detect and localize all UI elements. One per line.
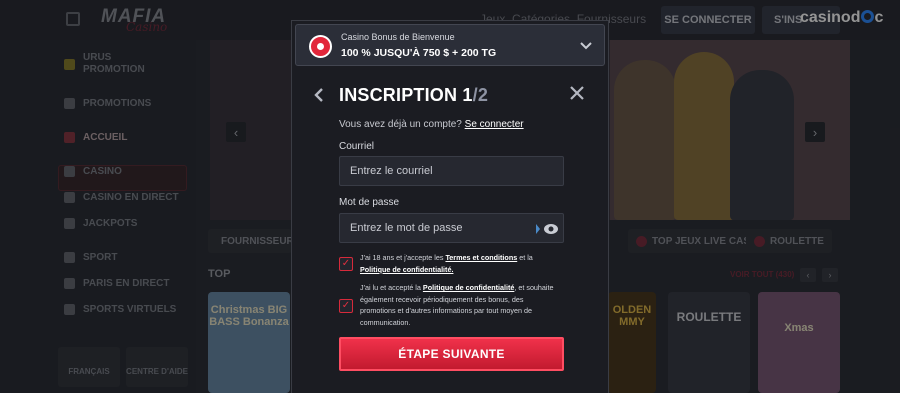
step-title-total: /2 [472,85,489,105]
consent1-prefix: J'ai 18 ans et j'accepte les [360,253,446,262]
marketing-consent-text: J'ai lu et accepté la Politique de confi… [360,282,560,328]
close-icon[interactable] [569,81,585,107]
step-title: INSCRIPTION 1/2 [339,85,488,106]
have-account-text: Vous avez déjà un compte? [339,119,462,130]
page: MAFIA Casino Jeux, Catégories, Fournisse… [0,0,900,393]
signup-modal: Casino Bonus de Bienvenue 100 % JUSQU'À … [291,20,609,393]
chevron-down-icon[interactable] [580,37,592,53]
terms-link[interactable]: Termes et conditions [445,253,517,262]
password-field[interactable] [339,213,564,243]
terms-consent-text: J'ai 18 ans et j'accepte les Termes et c… [360,252,560,275]
terms-checkbox[interactable]: ✓ [339,257,353,271]
email-label: Courriel [339,141,375,152]
password-label: Mot de passe [339,197,400,208]
step-title-main: INSCRIPTION 1 [339,85,473,105]
marketing-checkbox[interactable]: ✓ [339,299,353,313]
back-arrow-icon[interactable] [314,83,324,109]
casino-chip-icon [309,35,332,58]
next-step-button[interactable]: ÉTAPE SUIVANTE [339,337,564,371]
welcome-bonus-banner[interactable]: Casino Bonus de Bienvenue 100 % JUSQU'À … [295,24,605,66]
password-visibility-icon[interactable] [534,222,560,236]
bonus-offer: 100 % JUSQU'À 750 $ + 200 TG [341,47,497,59]
consent1-middle: et la [517,253,533,262]
bonus-title: Casino Bonus de Bienvenue [341,32,455,42]
email-field[interactable] [339,156,564,186]
privacy-policy-link[interactable]: Politique de confidentialité. [360,265,453,274]
consent2-prefix: J'ai lu et accepté la [360,283,423,292]
login-link[interactable]: Se connecter [465,119,524,130]
have-account-prompt: Vous avez déjà un compte? Se connecter [339,119,524,130]
privacy-policy-link-2[interactable]: Politique de confidentialité [423,283,514,292]
